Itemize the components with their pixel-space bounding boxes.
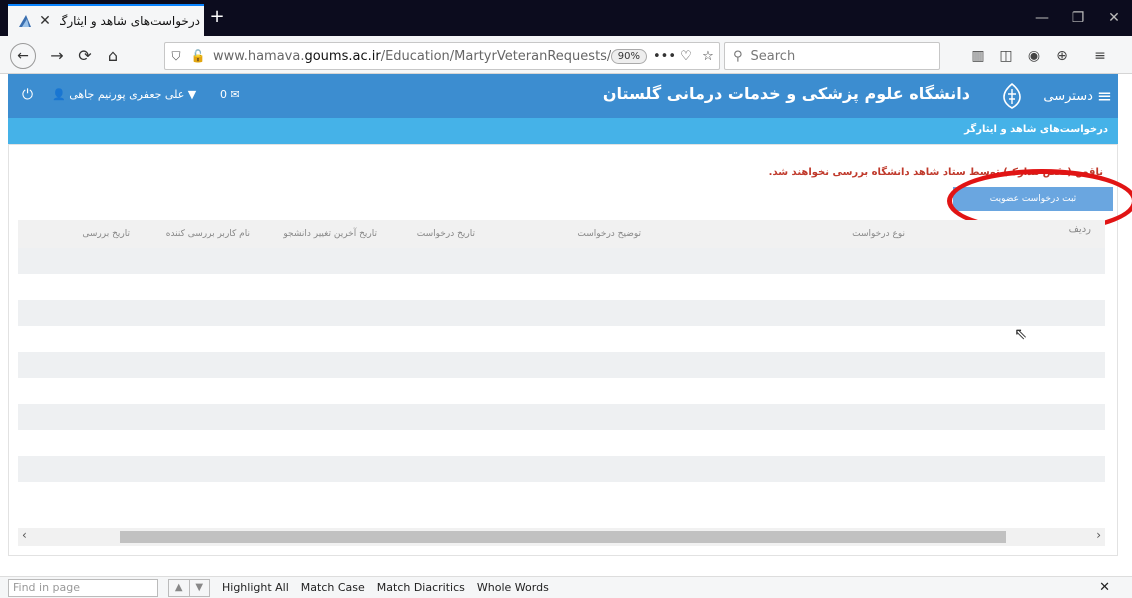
table-row [18, 378, 1105, 404]
mouse-cursor-icon: ⇖ [1014, 324, 1028, 343]
find-bar: Find in page ▲ ▼ Highlight All Match Cas… [0, 576, 1132, 598]
column-header-request-description[interactable]: توضیح درخواست [577, 229, 641, 239]
table-row [18, 274, 1105, 300]
pocket-icon[interactable]: ♡ [675, 49, 697, 64]
browser-nav-bar: ← → ⟳ ⌂ ⛉ 🔓 www.hamava.goums.ac.ir/Educa… [0, 36, 1132, 74]
zoom-badge[interactable]: 90% [610, 48, 647, 64]
column-header-reviewer-name[interactable]: نام کاربر بررسی کننده [166, 229, 250, 239]
scroll-left-icon[interactable]: ‹ [22, 528, 27, 542]
close-window-icon[interactable]: ✕ [1096, 0, 1132, 36]
user-name: علی جعفری پورنیم جاهی [69, 88, 185, 101]
shield-icon[interactable]: ⛉ [165, 49, 187, 64]
page-actions-icon[interactable]: ••• [653, 49, 676, 64]
library-icon[interactable]: ▥ [968, 46, 988, 66]
caret-down-icon: ▼ [187, 88, 197, 101]
horizontal-scrollbar[interactable]: ‹ › [18, 528, 1105, 546]
column-header-row-number[interactable]: ردیف [1069, 224, 1091, 235]
bookmark-star-icon[interactable]: ☆ [697, 49, 719, 64]
table-row [18, 352, 1105, 378]
url-prefix: www.hamava. [213, 48, 305, 64]
find-close-icon[interactable]: ✕ [1099, 580, 1110, 595]
find-nav: ▲ ▼ [168, 578, 210, 597]
table-row [18, 326, 1105, 352]
messages-link[interactable]: 0 ✉ [220, 88, 240, 101]
tab-title: درخواست‌های شاهد و ایثارگر [60, 14, 200, 28]
search-box[interactable]: ⚲ Search [724, 42, 940, 70]
find-next-icon[interactable]: ▼ [190, 580, 210, 596]
logout-power-icon[interactable]: ⏻ [22, 87, 33, 103]
scrollbar-thumb[interactable] [120, 531, 1006, 543]
university-logo-icon [998, 82, 1026, 110]
column-header-request-type[interactable]: نوع درخواست [852, 229, 905, 239]
sidebar-icon[interactable]: ◫ [996, 46, 1016, 66]
table-row [18, 300, 1105, 326]
forward-icon[interactable]: → [44, 43, 70, 69]
restore-icon[interactable]: ❐ [1060, 0, 1096, 36]
envelope-icon: ✉ [230, 88, 240, 101]
highlight-all-option[interactable]: Highlight All [222, 581, 289, 594]
url-text[interactable]: www.hamava.goums.ac.ir/Education/MartyrV… [213, 49, 611, 64]
insecure-lock-icon[interactable]: 🔓 [187, 49, 209, 63]
menu-icon[interactable]: ≡ [1090, 46, 1110, 66]
breadcrumb: درخواست‌های شاهد و ایثارگر [8, 118, 1118, 144]
user-menu[interactable]: ▼ علی جعفری پورنیم جاهی 👤 [52, 88, 196, 101]
mail-count: 0 [220, 88, 227, 101]
column-header-request-date[interactable]: تاریخ درخواست [417, 229, 475, 239]
find-previous-icon[interactable]: ▲ [169, 579, 190, 596]
table-row [18, 430, 1105, 456]
url-path: /Education/MartyrVeteranRequests/MartyrV [380, 48, 611, 64]
match-diacritics-option[interactable]: Match Diacritics [377, 581, 465, 594]
table-row [18, 404, 1105, 430]
university-name: دانشگاه علوم پزشکی و خدمات درمانی گلستان [602, 84, 970, 103]
column-header-review-date[interactable]: تاریخ بررسی [82, 229, 130, 239]
browser-tab[interactable]: ✕ درخواست‌های شاهد و ایثارگر [8, 4, 204, 36]
app-header: ≡ دسترسی دانشگاه علوم پزشکی و خدمات درما… [8, 74, 1118, 118]
column-header-last-change-date[interactable]: تاریخ آخرین تغییر دانشجو [283, 229, 377, 239]
table-body [18, 248, 1105, 526]
search-placeholder: Search [750, 48, 796, 64]
scroll-right-icon[interactable]: › [1096, 528, 1101, 542]
whole-words-option[interactable]: Whole Words [477, 581, 549, 594]
hamburger-icon: ≡ [1096, 86, 1112, 107]
browser-tab-strip: ✕ درخواست‌های شاهد و ایثارگر + — ❐ ✕ [0, 0, 1132, 36]
table-row [18, 482, 1105, 508]
extension-icon[interactable]: ⊕ [1052, 46, 1072, 66]
breadcrumb-label: درخواست‌های شاهد و ایثارگر [964, 124, 1108, 135]
reload-icon[interactable]: ⟳ [72, 43, 98, 69]
site-favicon-icon [14, 11, 36, 31]
access-label: دسترسی [1043, 89, 1093, 104]
table-header: ردیف نوع درخواست توضیح درخواست تاریخ درخ… [18, 220, 1105, 248]
account-icon[interactable]: ◉ [1024, 46, 1044, 66]
table-row [18, 456, 1105, 482]
back-icon[interactable]: ← [10, 43, 36, 69]
match-case-option[interactable]: Match Case [301, 581, 365, 594]
home-icon[interactable]: ⌂ [100, 43, 126, 69]
tab-close-icon[interactable]: ✕ [36, 13, 54, 29]
url-domain: goums.ac.ir [304, 48, 381, 64]
access-menu-button[interactable]: ≡ دسترسی [1043, 86, 1112, 107]
address-bar[interactable]: ⛉ 🔓 www.hamava.goums.ac.ir/Education/Mar… [164, 42, 720, 70]
search-icon: ⚲ [733, 48, 743, 64]
minimize-icon[interactable]: — [1024, 0, 1060, 36]
table-row [18, 248, 1105, 274]
new-tab-button[interactable]: + [206, 6, 228, 28]
user-icon: 👤 [52, 88, 66, 101]
find-input[interactable]: Find in page [8, 578, 158, 597]
